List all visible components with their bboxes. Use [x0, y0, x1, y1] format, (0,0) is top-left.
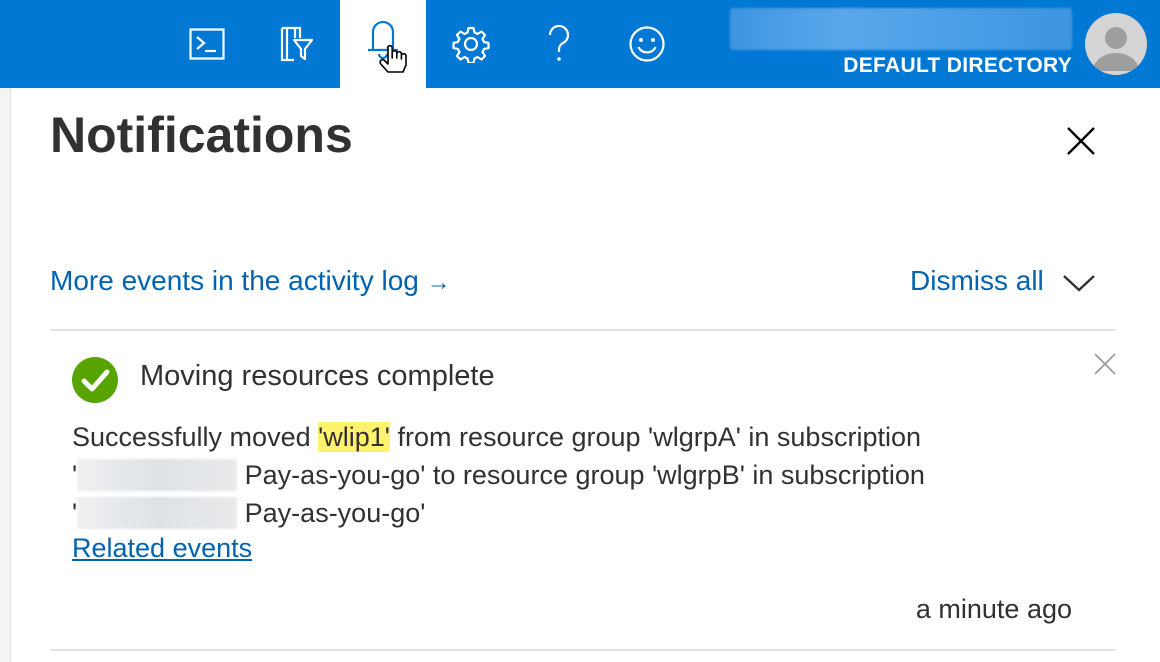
divider	[50, 649, 1116, 651]
directory-label[interactable]: DEFAULT DIRECTORY	[843, 54, 1072, 78]
notification-title: Moving resources complete	[140, 360, 495, 392]
close-icon	[1067, 127, 1095, 155]
divider	[50, 329, 1116, 331]
settings-button[interactable]	[428, 0, 514, 88]
notification-message: Successfully moved 'wlip1' from resource…	[72, 418, 1072, 532]
message-text: Pay-as-you-go'	[237, 498, 426, 528]
dismiss-notification-button[interactable]	[1093, 352, 1117, 376]
gear-icon	[452, 26, 490, 63]
message-text: from resource group 'wlgrpA' in subscrip…	[389, 422, 921, 452]
redacted-subscription-name	[77, 497, 238, 529]
chevron-down-icon	[1063, 275, 1095, 292]
feedback-button[interactable]	[604, 0, 690, 88]
notification-timestamp: a minute ago	[915, 594, 1072, 624]
close-panel-button[interactable]	[1064, 124, 1098, 158]
highlighted-resource-name: 'wlip1'	[318, 422, 390, 452]
cloud-shell-button[interactable]	[164, 0, 250, 88]
notifications-button[interactable]	[340, 0, 426, 88]
help-button[interactable]	[516, 0, 602, 88]
related-events-link[interactable]: Related events	[72, 533, 252, 564]
cloud-shell-icon	[189, 28, 225, 60]
avatar[interactable]	[1085, 13, 1147, 75]
directory-filter-icon	[280, 26, 314, 62]
bell-icon	[368, 20, 407, 73]
activity-log-link[interactable]: More events in the activity log →	[50, 265, 451, 297]
success-check-icon	[72, 357, 118, 403]
redacted-subscription-name	[77, 459, 238, 491]
close-icon	[1094, 353, 1116, 375]
expand-button[interactable]	[1062, 268, 1096, 298]
panel-title: Notifications	[50, 107, 353, 163]
account-name-redacted[interactable]	[730, 8, 1072, 50]
message-text: Successfully moved	[72, 422, 319, 452]
activity-log-link-label: More events in the activity log	[50, 265, 419, 296]
top-nav-bar: DEFAULT DIRECTORY	[0, 0, 1160, 88]
feedback-smiley-icon	[629, 26, 665, 62]
directory-filter-button[interactable]	[252, 0, 338, 88]
help-icon	[548, 24, 570, 61]
message-text: Pay-as-you-go' to resource group 'wlgrpB…	[237, 460, 925, 490]
background-page-edge	[0, 88, 11, 662]
user-silhouette-icon	[1093, 27, 1139, 71]
arrow-right-icon: →	[426, 269, 451, 296]
dismiss-all-button[interactable]: Dismiss all	[910, 265, 1044, 297]
